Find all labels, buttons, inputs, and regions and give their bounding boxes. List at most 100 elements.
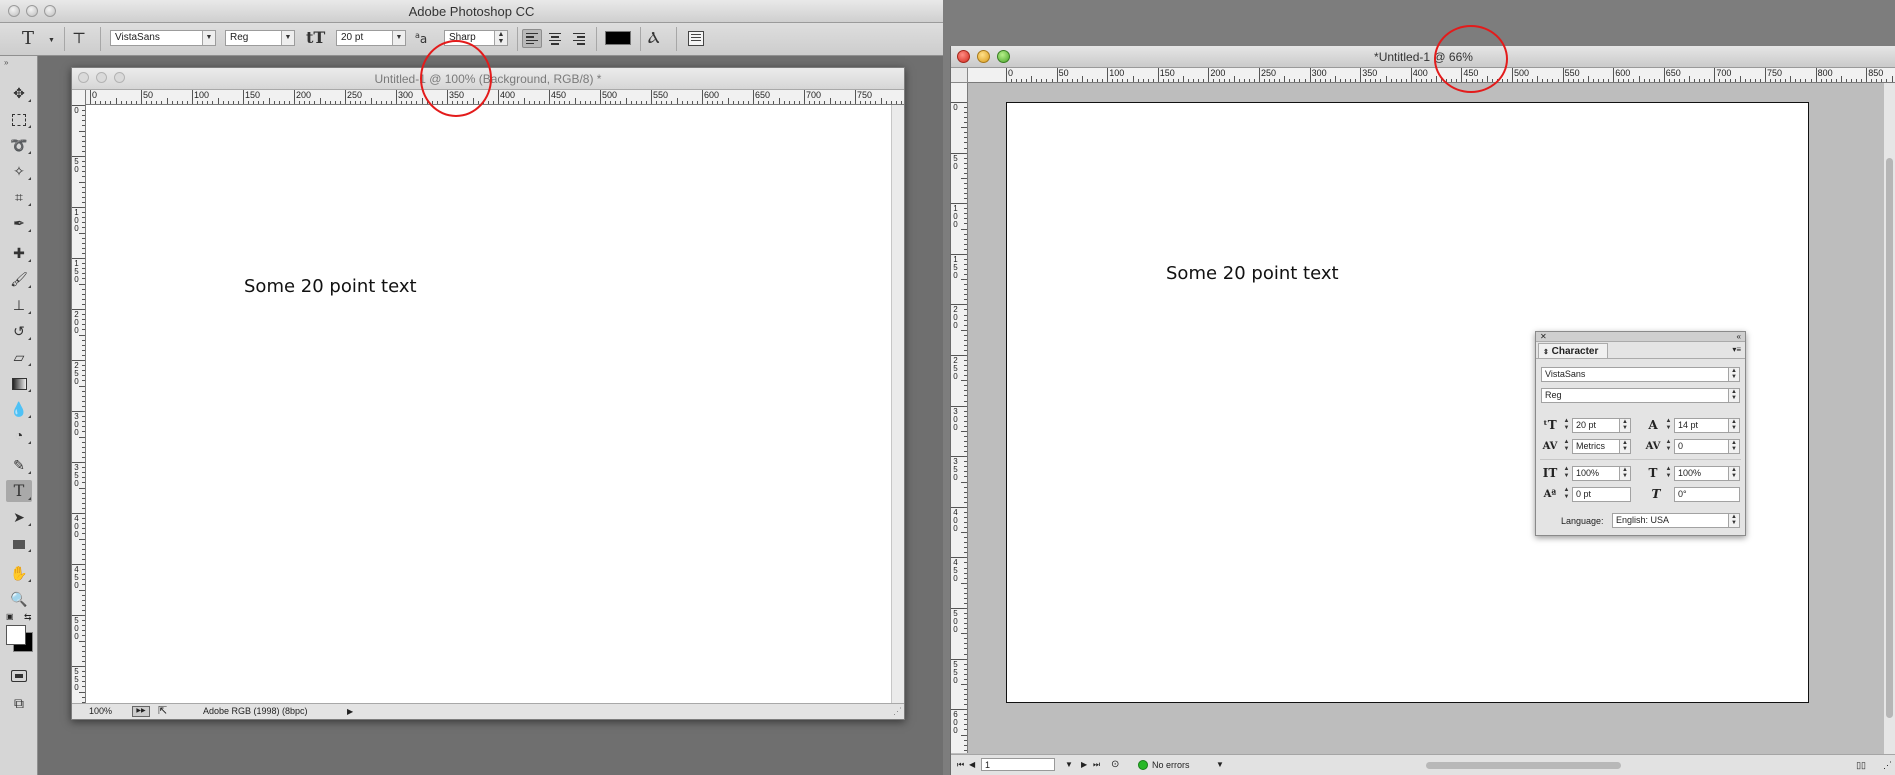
hscale-stepper-icon[interactable]: ▲ ▼ (1664, 466, 1673, 481)
share-icon[interactable]: ⇱ (158, 704, 167, 719)
swap-colors-icon[interactable]: ⇆ (24, 612, 32, 623)
cp-size-field[interactable]: 20 pt ▲ ▼ (1572, 418, 1631, 433)
default-colors-icon[interactable]: ▣ (6, 612, 14, 621)
font-size-select[interactable]: 20 pt ▼ (336, 30, 406, 46)
warp-text-icon[interactable]: Ⲁ (648, 28, 660, 48)
leading-stepper-icon[interactable]: ▲ ▼ (1664, 418, 1673, 433)
panel-menu-icon[interactable]: ▾≡ (1732, 345, 1741, 354)
align-center-button[interactable] (545, 29, 565, 48)
move-tool-icon[interactable]: ✥ (6, 82, 32, 104)
ruler-minor-tick (964, 466, 967, 468)
cp-vertical-scale-field[interactable]: 100% ▲ ▼ (1572, 466, 1631, 481)
type-tool-icon[interactable]: T (6, 480, 32, 502)
ruler-minor-tick (411, 101, 413, 104)
layout-vertical-scrollbar[interactable] (1883, 83, 1895, 754)
layout-text-frame[interactable]: Some 20 point text (1166, 263, 1339, 284)
pen-tool-icon[interactable]: ✎ (6, 454, 32, 476)
cp-kerning-field[interactable]: Metrics ▲ ▼ (1572, 439, 1631, 454)
ruler-tick (1056, 68, 1058, 82)
split-window-icon[interactable]: ▯▯ (1856, 755, 1866, 775)
font-style-select[interactable]: Reg ▼ (225, 30, 295, 46)
layout-vertical-ruler[interactable]: 0 50 100 150 200 250 300 350 400 450 500 550 600 (951, 83, 968, 753)
clone-stamp-tool-icon[interactable]: ⊥ (6, 294, 32, 316)
preflight-menu-chevron-down-icon[interactable]: ▼ (1216, 755, 1224, 775)
ruler-minor-tick (304, 101, 306, 104)
marquee-tool-icon[interactable] (6, 108, 32, 130)
cp-horizontal-scale-field[interactable]: 100% ▲ ▼ (1674, 466, 1740, 481)
cp-font-style-select[interactable]: Reg ▲ ▼ (1541, 388, 1740, 403)
crop-tool-icon[interactable]: ⌗ (6, 186, 32, 208)
text-color-swatch[interactable] (605, 31, 631, 45)
ruler-minor-tick (82, 339, 85, 341)
ruler-origin-corner[interactable] (951, 68, 968, 83)
kerning-stepper-icon[interactable]: ▲ ▼ (1562, 439, 1571, 454)
cp-leading-field[interactable]: 14 pt ▲ ▼ (1674, 418, 1740, 433)
document-canvas[interactable]: Some 20 point text (86, 105, 886, 708)
next-page-icon[interactable]: ▶ (1081, 755, 1087, 775)
page-number-field[interactable]: 1 (981, 758, 1055, 771)
tool-preset-chevron-down-icon[interactable]: ▼ (48, 37, 55, 44)
font-family-select[interactable]: VistaSans ▼ (110, 30, 216, 46)
first-page-icon[interactable]: ⏮ (957, 755, 964, 775)
hand-tool-icon[interactable]: ✋ (6, 562, 32, 584)
page-menu-chevron-down-icon[interactable]: ▼ (1065, 755, 1073, 775)
path-selection-tool-icon[interactable]: ➤ (6, 506, 32, 528)
ruler-minor-tick (1264, 79, 1266, 82)
zoom-tool-icon[interactable]: 🔍 (6, 588, 32, 610)
panel-collapse-icon[interactable]: « (1737, 332, 1741, 341)
vertical-ruler[interactable]: 0 50 100 150 200 250 300 350 400 450 500 550 (72, 90, 86, 704)
tracking-stepper-icon[interactable]: ▲ ▼ (1664, 439, 1673, 454)
vscale-stepper-icon[interactable]: ▲ ▼ (1562, 466, 1571, 481)
align-left-button[interactable] (522, 29, 542, 48)
ruler-minor-tick (964, 182, 967, 184)
rectangle-tool-icon[interactable] (6, 532, 32, 554)
ruler-minor-tick (253, 101, 255, 104)
last-page-icon[interactable]: ⏭ (1093, 755, 1100, 775)
zoom-level[interactable]: 100% (89, 704, 112, 719)
ruler-label: 600 (1615, 68, 1631, 78)
gradient-tool-icon[interactable] (6, 372, 32, 394)
size-stepper-icon[interactable]: ▲ ▼ (1562, 418, 1571, 433)
align-right-button[interactable] (568, 29, 588, 48)
ruler-minor-tick (964, 385, 967, 387)
layout-horizontal-ruler[interactable]: 0 50 100 150 200 250 300 350 400 450 500 550 600 650 7… (968, 68, 1895, 83)
canvas-text-layer[interactable]: Some 20 point text (244, 276, 417, 297)
horizontal-ruler[interactable]: 0 50 100 150 200 250 300 350 400 450 500 550 600 650 7… (86, 90, 904, 105)
eraser-tool-icon[interactable]: ▱ (6, 346, 32, 368)
lasso-tool-icon[interactable]: ➰ (6, 134, 32, 156)
cp-skew-field[interactable]: 0° (1674, 487, 1740, 502)
cp-language-select[interactable]: English: USA ▲ ▼ (1612, 513, 1740, 528)
panel-close-icon[interactable]: ✕ (1540, 332, 1547, 341)
quick-mask-icon[interactable] (6, 664, 32, 686)
blur-tool-icon[interactable]: 💧 (6, 398, 32, 420)
brush-tool-icon[interactable]: 🖌 (6, 268, 32, 290)
horizontal-scroll-thumb[interactable] (1426, 762, 1621, 769)
history-brush-tool-icon[interactable]: ↺ (6, 320, 32, 342)
cp-baseline-shift-field[interactable]: 0 pt (1572, 487, 1631, 502)
status-menu-arrow-icon[interactable]: ▶ (347, 704, 353, 719)
ruler-minor-tick (1147, 79, 1149, 82)
expand-panel-icon[interactable]: » (4, 58, 8, 67)
healing-brush-tool-icon[interactable]: ✚ (6, 242, 32, 264)
magic-wand-tool-icon[interactable]: ✧ (6, 160, 32, 182)
dodge-tool-icon[interactable]: ◔ (6, 424, 32, 446)
resize-grip-icon[interactable]: ⋰ (1883, 755, 1892, 775)
toggle-text-orientation-icon[interactable]: ⊤ (72, 29, 86, 47)
cp-font-family-select[interactable]: VistaSans ▲ ▼ (1541, 367, 1740, 382)
timeline-icon[interactable]: ▶▶ (132, 706, 150, 717)
eyedropper-tool-icon[interactable]: ✒ (6, 212, 32, 234)
preflight-status[interactable]: No errors (1152, 755, 1190, 775)
character-tab[interactable]: ⇕ Character (1538, 343, 1608, 358)
previous-page-icon[interactable]: ◀ (969, 755, 975, 775)
screen-mode-icon[interactable]: ⧉ (6, 692, 32, 714)
type-tool-preset-icon[interactable]: T (22, 28, 34, 49)
foreground-color-swatch[interactable] (6, 625, 26, 645)
pasteboard[interactable]: Some 20 point text (968, 83, 1886, 752)
character-panel-toggle-icon[interactable] (688, 31, 704, 46)
layout-scroll-thumb[interactable] (1886, 158, 1893, 718)
vertical-scrollbar[interactable] (891, 105, 904, 703)
preflight-profile-icon[interactable]: ⊙ (1111, 755, 1119, 775)
baseline-stepper-icon[interactable]: ▲ ▼ (1562, 487, 1571, 502)
cp-tracking-field[interactable]: 0 ▲ ▼ (1674, 439, 1740, 454)
resize-grip-icon[interactable]: ⋰ (893, 704, 902, 719)
